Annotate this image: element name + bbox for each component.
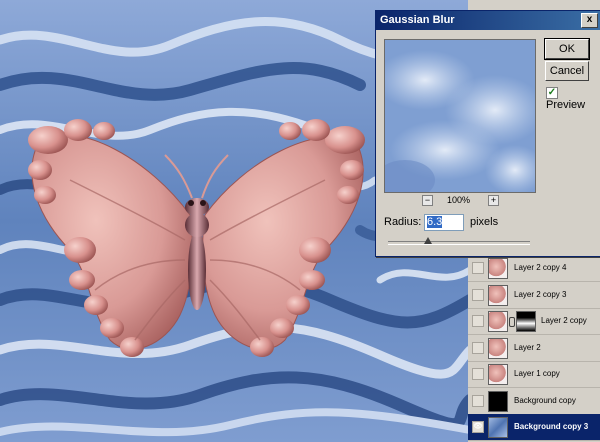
layer-name: Layer 1 copy bbox=[514, 369, 560, 378]
eye-icon[interactable] bbox=[472, 368, 484, 380]
layer-row[interactable]: Layer 2 copy 3 bbox=[468, 282, 600, 309]
layer-name: Background copy bbox=[514, 396, 576, 405]
zoom-level: 100% bbox=[447, 195, 471, 205]
layer-thumbnail bbox=[488, 391, 508, 412]
layer-row[interactable]: 👁 Background copy 3 bbox=[468, 414, 600, 441]
eye-icon[interactable] bbox=[472, 395, 484, 407]
preview-checkbox[interactable]: ✓Preview bbox=[546, 84, 600, 111]
layer-row[interactable]: Layer 2 copy 4 bbox=[468, 255, 600, 282]
layer-row[interactable]: Background copy bbox=[468, 388, 600, 415]
layer-thumbnail bbox=[488, 285, 508, 306]
layer-row[interactable]: Layer 1 copy bbox=[468, 361, 600, 388]
radius-slider[interactable] bbox=[388, 237, 530, 245]
layers-panel: Layer 2 copy 4 Layer 2 copy 3 Layer 2 copy… bbox=[468, 255, 600, 442]
layer-thumbnail bbox=[488, 311, 508, 332]
dialog-titlebar[interactable]: Gaussian Blur x bbox=[376, 11, 600, 30]
layer-thumbnail bbox=[488, 258, 508, 279]
layer-thumbnail bbox=[488, 364, 508, 385]
layer-name: Layer 2 copy 3 bbox=[514, 290, 567, 299]
chain-link-icon[interactable] bbox=[509, 317, 515, 327]
dialog-title: Gaussian Blur bbox=[380, 14, 455, 26]
layer-mask-thumbnail[interactable] bbox=[516, 311, 536, 332]
eye-icon[interactable] bbox=[472, 289, 484, 301]
eye-icon[interactable]: 👁 bbox=[472, 421, 484, 433]
radius-row: Radius: 6.3 pixels bbox=[384, 214, 498, 231]
cancel-button[interactable]: Cancel bbox=[545, 61, 589, 81]
preview-label: Preview bbox=[546, 99, 586, 111]
radius-input[interactable]: 6.3 bbox=[424, 214, 464, 231]
slider-thumb[interactable] bbox=[424, 237, 432, 244]
layer-row[interactable]: Layer 2 bbox=[468, 335, 600, 362]
radius-value: 6.3 bbox=[427, 216, 443, 228]
radius-unit: pixels bbox=[470, 216, 499, 228]
blur-preview[interactable] bbox=[384, 39, 536, 193]
eye-icon[interactable] bbox=[472, 342, 484, 354]
zoom-in-icon[interactable]: + bbox=[488, 195, 499, 206]
layer-row[interactable]: Layer 2 copy bbox=[468, 308, 600, 335]
layer-name: Layer 2 copy 4 bbox=[514, 263, 567, 272]
layer-name: Layer 2 copy bbox=[541, 316, 587, 325]
checkmark-icon[interactable]: ✓ bbox=[546, 87, 558, 99]
ok-button[interactable]: OK bbox=[544, 38, 590, 60]
eye-icon[interactable] bbox=[472, 315, 484, 327]
butterfly-body bbox=[188, 230, 206, 310]
zoom-controls: − 100% + bbox=[384, 194, 534, 208]
zoom-out-icon[interactable]: − bbox=[422, 195, 433, 206]
layer-name: Layer 2 bbox=[514, 343, 541, 352]
layer-name: Background copy 3 bbox=[514, 422, 589, 431]
close-icon[interactable]: x bbox=[581, 13, 598, 28]
gaussian-blur-dialog: Gaussian Blur x OK Cancel ✓Preview − 100… bbox=[375, 10, 600, 257]
layer-thumbnail bbox=[488, 338, 508, 359]
radius-label: Radius: bbox=[384, 216, 422, 228]
layer-thumbnail bbox=[488, 417, 508, 438]
eye-icon[interactable] bbox=[472, 262, 484, 274]
